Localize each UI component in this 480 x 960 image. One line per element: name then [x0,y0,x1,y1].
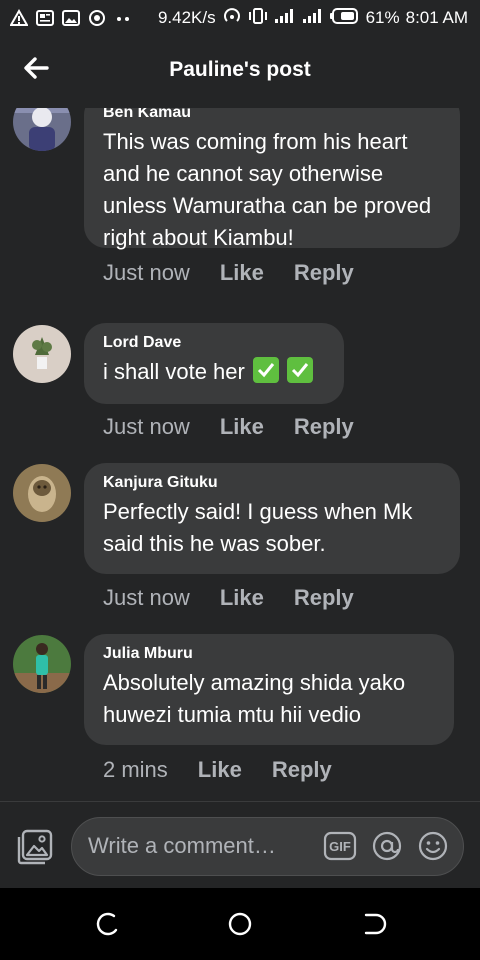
recents-button[interactable] [94,910,122,938]
system-nav-bar [0,888,480,960]
like-button[interactable]: Like [220,585,264,611]
back-nav-button[interactable] [360,910,388,938]
image-icon [62,9,80,27]
status-left [10,8,132,28]
comment-bubble[interactable]: Julia Mburu Absolutely amazing shida yak… [84,634,454,745]
comment-author[interactable]: Julia Mburu [103,644,434,664]
comment-text: Absolutely amazing shida yako huwezi tum… [103,670,406,727]
gif-button[interactable]: GIF [323,830,357,867]
comment-actions: Just now Like Reply [103,414,354,440]
comment-item: Ben Kamau This was coming from his heart… [0,108,480,308]
check-mark-emoji-icon [287,357,314,383]
reply-button[interactable]: Reply [294,585,354,611]
alert-icon [10,9,28,27]
reply-button[interactable]: Reply [294,414,354,440]
clock: 8:01 AM [405,8,468,27]
comment-actions: Just now Like Reply [103,260,354,286]
network-speed: 9.42K/s [157,8,216,27]
page-title: Pauline's post [169,58,311,81]
post-header: Pauline's post [0,36,480,108]
comment-item: Kanjura Gituku Perfectly said! I guess w… [0,463,480,633]
photo-button[interactable] [16,828,54,866]
comment-time: Just now [103,414,190,439]
status-bar: 9.42K/s 61% 8:01 AM [0,0,480,36]
home-button[interactable] [226,910,254,938]
comment-input-placeholder: Write a comment… [88,833,276,858]
battery-percent: 61% [365,8,400,27]
reply-button[interactable]: Reply [272,757,332,783]
comment-bubble[interactable]: Kanjura Gituku Perfectly said! I guess w… [84,463,460,574]
like-button[interactable]: Like [220,260,264,286]
emoji-icon[interactable] [417,830,449,867]
avatar[interactable] [13,464,71,522]
comment-author[interactable]: Kanjura Gituku [103,473,440,493]
comment-item: Lord Dave i shall vote her Just now Like… [0,323,480,463]
comment-actions: Just now Like Reply [103,585,354,611]
more-dots-icon [114,9,132,27]
comment-author[interactable]: Lord Dave [103,333,324,353]
signal-icon [274,7,296,30]
battery-icon [329,7,360,30]
back-nav-icon [360,913,388,942]
sync-icon [88,9,106,27]
home-circle-icon [226,912,254,942]
comment-text: Perfectly said! I guess when Mk said thi… [103,499,413,556]
comment-time: Just now [103,585,190,610]
comment-input[interactable]: Write a comment… GIF [71,817,464,876]
comment-time: Just now [103,260,190,285]
gif-icon: GIF [329,839,351,854]
like-button[interactable]: Like [198,757,242,783]
reply-button[interactable]: Reply [294,260,354,286]
recents-icon [94,912,122,942]
comment-bubble[interactable]: Lord Dave i shall vote her [84,323,344,404]
comments-list[interactable]: Ben Kamau This was coming from his heart… [0,108,480,801]
signal-2-icon [302,7,324,30]
comment-bubble[interactable]: Ben Kamau This was coming from his heart… [84,108,460,250]
avatar[interactable] [13,635,71,693]
like-button[interactable]: Like [220,414,264,440]
news-icon [36,9,54,27]
comment-text: i shall vote her [103,356,324,388]
avatar[interactable] [13,325,71,383]
check-mark-emoji-icon [252,357,279,383]
hotspot-icon [222,7,242,30]
comment-actions: 2 mins Like Reply [103,757,332,783]
comment-text: This was coming from his heart and he ca… [103,129,432,250]
comment-composer: Write a comment… GIF [0,801,480,889]
status-right: 9.42K/s 61% 8:01 AM [157,7,468,30]
photo-gallery-icon [16,829,54,870]
comment-time: 2 mins [103,757,168,782]
vibrate-icon [248,7,268,30]
input-icons: GIF [323,830,449,867]
mention-icon[interactable] [371,830,403,867]
comment-author[interactable]: Ben Kamau [103,108,440,123]
comment-text-content: i shall vote her [103,359,245,384]
comment-item: Julia Mburu Absolutely amazing shida yak… [0,634,480,801]
avatar[interactable] [13,108,71,151]
